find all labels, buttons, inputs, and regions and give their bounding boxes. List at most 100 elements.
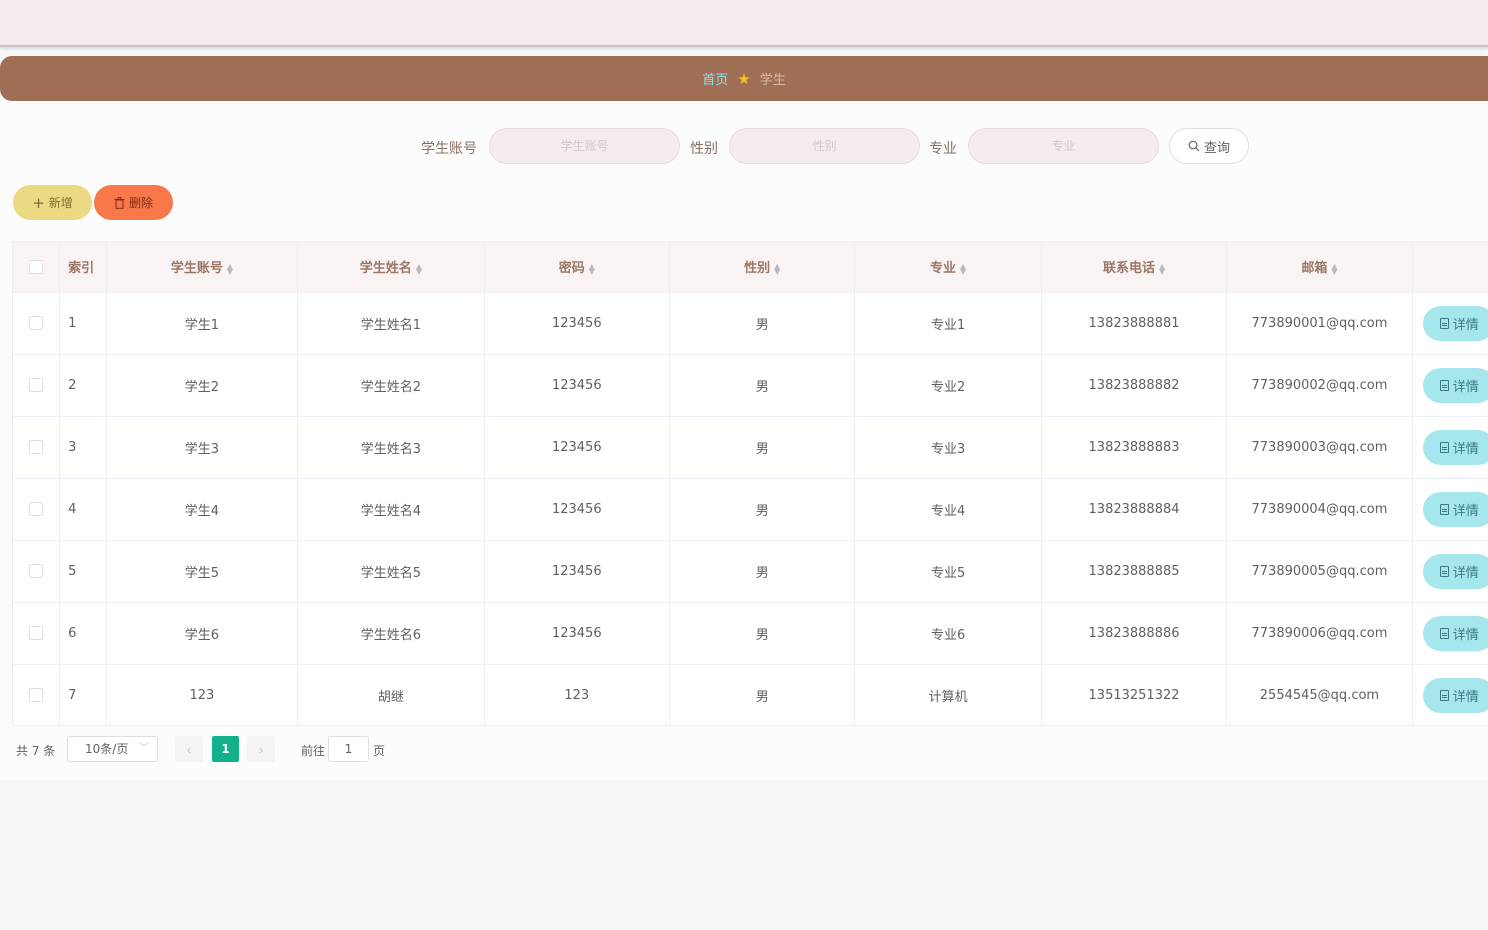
header-email-label: 邮箱: [1301, 261, 1328, 277]
cell-name: 学生姓名4: [297, 478, 485, 541]
next-page-button[interactable]: ›: [247, 736, 275, 762]
header-index: 索引: [59, 242, 107, 293]
header-select-all[interactable]: [13, 242, 61, 293]
header-account[interactable]: 学生账号 ▲ ▼: [106, 242, 299, 293]
detail-button[interactable]: 详情: [1423, 677, 1488, 713]
row-checkbox[interactable]: [29, 626, 44, 640]
cell-major: 专业4: [854, 478, 1042, 541]
cell-phone: 13823888883: [1041, 416, 1228, 479]
row-checkbox[interactable]: [29, 502, 44, 516]
search-button[interactable]: 查询: [1169, 128, 1249, 164]
sort-icon[interactable]: ▲ ▼: [1159, 262, 1165, 275]
row-select-cell[interactable]: [13, 354, 61, 417]
cell-password: 123: [484, 664, 671, 725]
cell-gender: 男: [669, 478, 856, 541]
row-select-cell[interactable]: [13, 416, 61, 479]
header-name[interactable]: 学生姓名 ▲ ▼: [297, 242, 485, 293]
delete-button-label: 删除: [128, 196, 153, 210]
add-button-label: 新增: [48, 196, 73, 210]
detail-button-label: 详情: [1452, 565, 1479, 581]
cell-email: 773890006@qq.com: [1226, 602, 1413, 665]
header-password[interactable]: 密码 ▲ ▼: [484, 242, 671, 293]
cell-name: 学生姓名5: [297, 540, 485, 603]
header-phone[interactable]: 联系电话 ▲ ▼: [1041, 242, 1228, 293]
student-table: 索引 学生账号 ▲ ▼ 学生姓名 ▲ ▼ 密码 ▲ ▼ 性别 ▲ ▼ 专业 ▲ ▼ 联系电话 ▲ ▼ 邮…: [12, 241, 1488, 726]
header-major-label: 专业: [930, 261, 957, 277]
row-checkbox[interactable]: [29, 564, 44, 578]
detail-button[interactable]: 详情: [1423, 429, 1488, 465]
table-row[interactable]: 1 学生1 学生姓名1 123456 男专业1 13823888881 773890001@…: [13, 292, 1488, 355]
search-account-input[interactable]: [489, 128, 680, 164]
row-select-cell[interactable]: [13, 540, 61, 603]
header-major[interactable]: 专业 ▲ ▼: [854, 242, 1042, 293]
page-number-button[interactable]: 1: [212, 736, 239, 762]
table-row[interactable]: 3 学生3 学生姓名3 123456 男专业3 13823888883 773890003@…: [13, 416, 1488, 479]
star-icon: ★: [737, 69, 751, 88]
table-header-row: 索引 学生账号 ▲ ▼ 学生姓名 ▲ ▼ 密码 ▲ ▼ 性别 ▲ ▼ 专业 ▲ ▼ 联系电话 ▲ ▼ 邮…: [13, 242, 1488, 293]
detail-button[interactable]: 详情: [1423, 367, 1488, 403]
document-icon: [1439, 379, 1449, 391]
cell-major: 专业3: [854, 416, 1042, 479]
search-icon: [1188, 140, 1200, 152]
cell-phone: 13823888885: [1041, 540, 1228, 603]
cell-account: 学生6: [106, 602, 299, 665]
pagination: 共 7 条 10条/页 ﹀ ‹ 1 › 前往 页: [16, 736, 516, 762]
breadcrumb-home-link[interactable]: 首页: [702, 69, 728, 88]
prev-page-button[interactable]: ‹: [175, 736, 203, 762]
sort-icon[interactable]: ▲ ▼: [1331, 262, 1337, 275]
sort-icon[interactable]: ▲ ▼: [774, 262, 780, 275]
cell-password: 123456: [484, 354, 671, 417]
row-checkbox[interactable]: [29, 316, 44, 330]
detail-button[interactable]: 详情: [1423, 615, 1488, 651]
sort-icon[interactable]: ▲ ▼: [589, 262, 595, 275]
page-suffix: 页: [373, 744, 386, 758]
cell-index: 1: [59, 292, 107, 355]
cell-index: 5: [59, 540, 107, 603]
cell-name: 胡继: [297, 664, 485, 725]
main-content: 学生账号 性别 专业 查询 + 新增 删除: [0, 101, 1488, 780]
cell-actions: 详情: [1412, 478, 1488, 541]
document-icon: [1439, 627, 1449, 639]
header-gender[interactable]: 性别 ▲ ▼: [669, 242, 856, 293]
page-size-select[interactable]: 10条/页 ﹀: [67, 736, 158, 762]
sort-icon[interactable]: ▲ ▼: [960, 262, 966, 275]
table-row[interactable]: 7 123 胡继 123 男计算机 13513251322 2554545@qq.com 详情: [13, 664, 1488, 725]
cell-account: 学生5: [106, 540, 299, 603]
goto-page-input[interactable]: [328, 736, 369, 762]
row-checkbox[interactable]: [29, 378, 44, 392]
cell-index: 4: [59, 478, 107, 541]
row-select-cell[interactable]: [13, 292, 61, 355]
cell-gender: 男: [669, 664, 856, 725]
row-select-cell[interactable]: [13, 664, 61, 725]
add-button[interactable]: + 新增: [13, 185, 92, 220]
cell-account: 学生2: [106, 354, 299, 417]
detail-button[interactable]: 详情: [1423, 553, 1488, 589]
table-row[interactable]: 4 学生4 学生姓名4 123456 男专业4 13823888884 773890004@…: [13, 478, 1488, 541]
detail-button[interactable]: 详情: [1423, 491, 1488, 527]
cell-phone: 13823888881: [1041, 292, 1228, 355]
sort-icon[interactable]: ▲ ▼: [227, 262, 233, 275]
row-select-cell[interactable]: [13, 602, 61, 665]
document-icon: [1439, 441, 1449, 453]
search-account-label: 学生账号: [421, 141, 477, 157]
cell-email: 773890002@qq.com: [1226, 354, 1413, 417]
sort-icon[interactable]: ▲ ▼: [416, 262, 422, 275]
cell-gender: 男: [669, 540, 856, 603]
table-row[interactable]: 6 学生6 学生姓名6 123456 男专业6 13823888886 773890006@…: [13, 602, 1488, 665]
cell-name: 学生姓名6: [297, 602, 485, 665]
detail-button[interactable]: 详情: [1423, 305, 1488, 341]
search-form: 学生账号 性别 专业 查询: [0, 128, 1488, 164]
delete-button[interactable]: 删除: [94, 185, 173, 220]
row-checkbox[interactable]: [29, 688, 44, 702]
row-checkbox[interactable]: [29, 440, 44, 454]
trash-icon: [114, 196, 125, 209]
header-email[interactable]: 邮箱 ▲ ▼: [1226, 242, 1413, 293]
select-all-checkbox[interactable]: [29, 259, 44, 274]
table-row[interactable]: 2 学生2 学生姓名2 123456 男专业2 13823888882 773890002@…: [13, 354, 1488, 417]
cell-phone: 13513251322: [1041, 664, 1228, 725]
cell-password: 123456: [484, 292, 671, 355]
row-select-cell[interactable]: [13, 478, 61, 541]
search-major-input[interactable]: [968, 128, 1159, 164]
table-row[interactable]: 5 学生5 学生姓名5 123456 男专业5 13823888885 773890005@…: [13, 540, 1488, 603]
search-gender-input[interactable]: [729, 128, 920, 164]
